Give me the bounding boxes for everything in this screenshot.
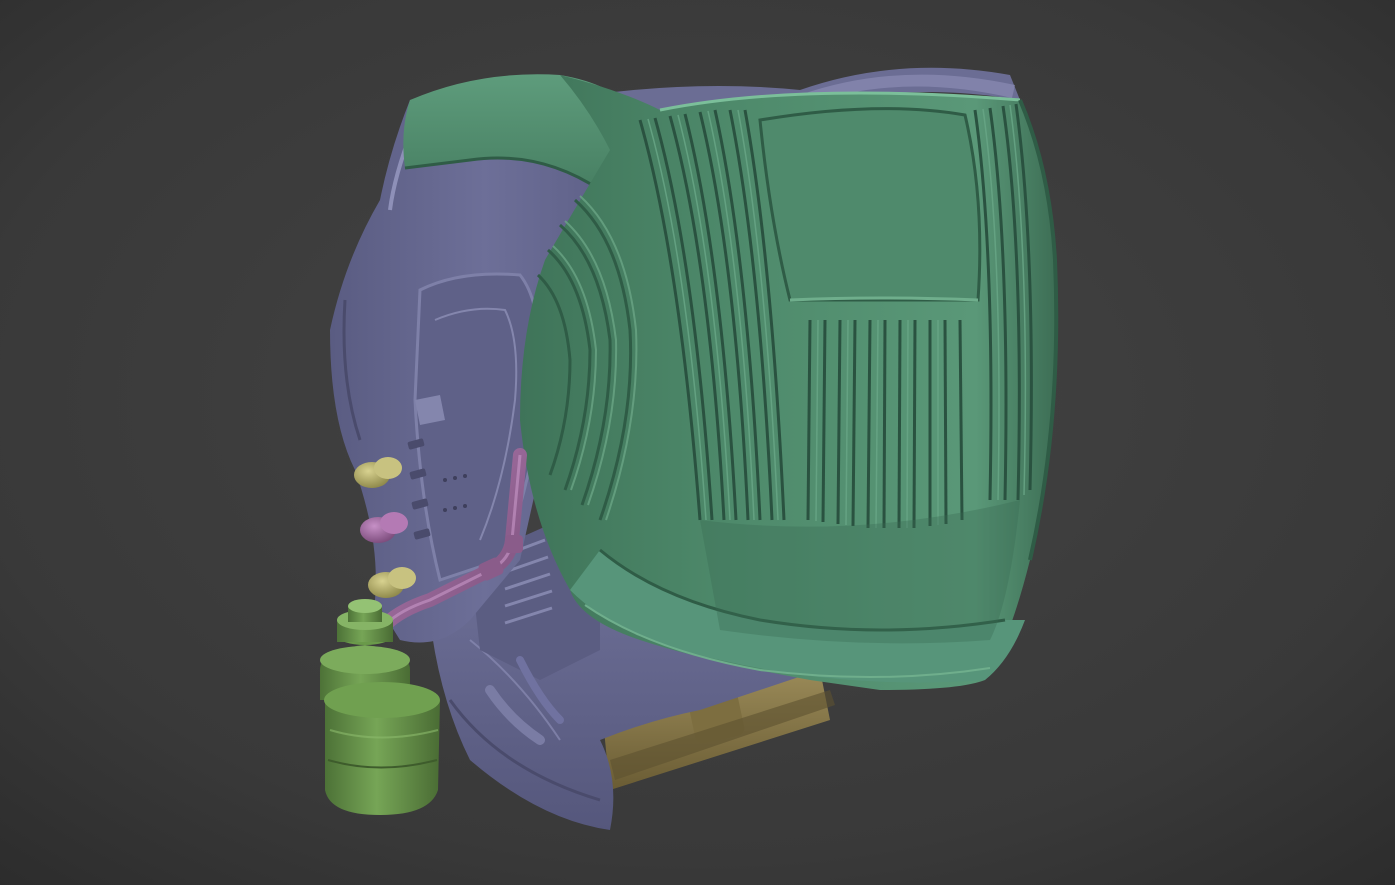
green-shell <box>520 75 1059 690</box>
helmet-render <box>0 0 1395 885</box>
3d-viewport <box>0 0 1395 885</box>
